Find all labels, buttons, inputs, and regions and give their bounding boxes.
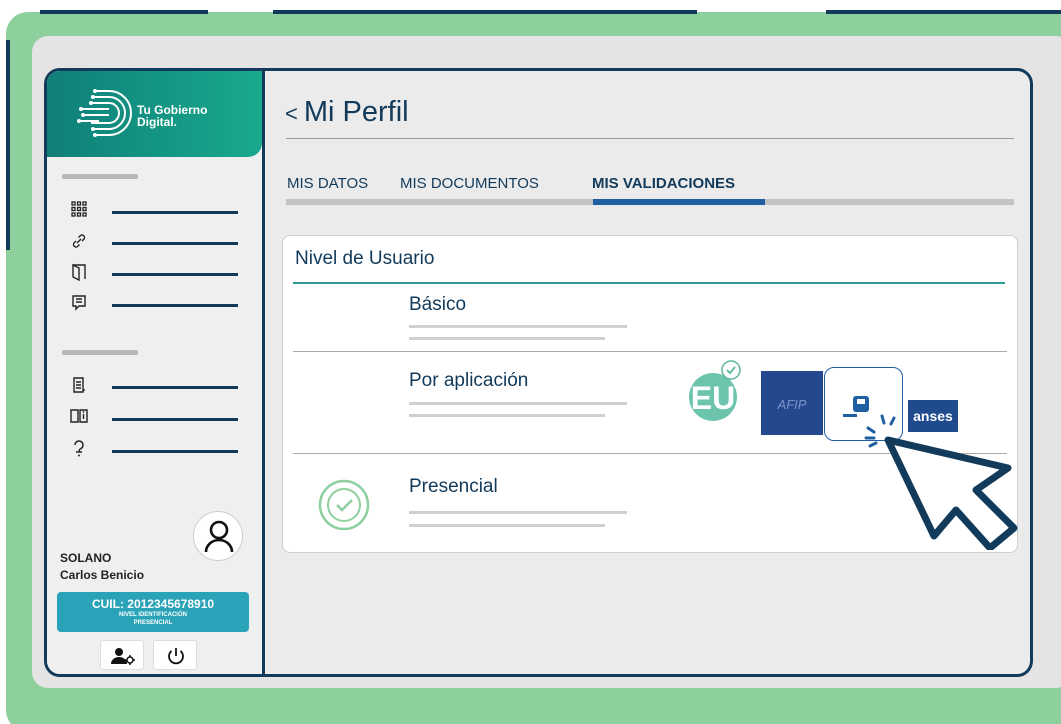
- user-settings-button[interactable]: [100, 640, 144, 670]
- door-icon: [69, 263, 89, 283]
- menu-placeholder-line: [112, 386, 238, 389]
- page-title: < Mi Perfil: [285, 96, 409, 129]
- sidebar-item-procedures[interactable]: [67, 263, 247, 285]
- identification-level-line2: PRESENCIAL: [133, 620, 173, 626]
- menu-placeholder-line: [112, 418, 238, 421]
- afip-logo-icon[interactable]: AFIP: [761, 371, 823, 435]
- book-info-icon: [69, 408, 89, 428]
- sidebar-item-apps[interactable]: [67, 201, 247, 223]
- chat-icon: [69, 294, 89, 314]
- user-surname: SOLANO: [60, 551, 112, 565]
- sidebar-item-documents[interactable]: [67, 376, 247, 398]
- link-icon: [69, 232, 89, 252]
- main-content: < Mi Perfil MIS DATOS MIS DOCUMENTOS MIS …: [268, 71, 1030, 674]
- tab-mis-validaciones[interactable]: MIS VALIDACIONES: [592, 175, 735, 192]
- placeholder-line: [409, 524, 605, 527]
- sidebar-item-links[interactable]: [67, 232, 247, 254]
- section-divider: [62, 350, 138, 355]
- identification-level-line1: NIVEL IDENTIFICACIÓN: [119, 612, 187, 618]
- help-icon: [69, 440, 89, 460]
- svg-text:EU: EU: [691, 380, 735, 416]
- user-name: Carlos Benicio: [60, 568, 145, 582]
- card-title: Nivel de Usuario: [295, 248, 435, 269]
- title-divider: [286, 138, 1014, 139]
- power-icon: [168, 648, 184, 665]
- frame-edge: [40, 10, 208, 14]
- section-divider: [62, 174, 138, 179]
- level-por-aplicacion: Por aplicación: [409, 370, 529, 391]
- brand-name-line2: Digital.: [137, 115, 178, 129]
- page-title-text: Mi Perfil: [303, 96, 409, 128]
- placeholder-line: [409, 337, 605, 340]
- frame-edge: [826, 10, 1061, 14]
- cuil-number: CUIL: 2012345678910: [91, 597, 215, 611]
- level-basico: Básico: [409, 294, 467, 315]
- validated-check-icon: [318, 479, 370, 531]
- menu-placeholder-line: [112, 242, 238, 245]
- brand-header[interactable]: Tu Gobierno Digital.: [47, 71, 262, 157]
- logout-button[interactable]: [153, 640, 197, 670]
- brand-logo-icon: [77, 89, 132, 137]
- mi-argentina-logo-icon[interactable]: EU: [687, 357, 749, 427]
- app-screen: Tu Gobierno Digital. SOLANO Carlos Benic…: [44, 68, 1033, 677]
- placeholder-line: [409, 511, 627, 514]
- menu-placeholder-line: [112, 273, 238, 276]
- menu-placeholder-line: [112, 450, 238, 453]
- tab-mis-datos[interactable]: MIS DATOS: [287, 175, 368, 192]
- cuil-badge: CUIL: 2012345678910 NIVEL IDENTIFICACIÓN…: [57, 592, 249, 632]
- document-icon: [69, 376, 89, 396]
- sidebar: Tu Gobierno Digital. SOLANO Carlos Benic…: [47, 71, 265, 674]
- tab-mis-documentos[interactable]: MIS DOCUMENTOS: [400, 175, 539, 192]
- avatar[interactable]: [193, 511, 243, 561]
- user-icon: [204, 520, 234, 553]
- sidebar-item-messages[interactable]: [67, 294, 247, 316]
- level-presencial: Presencial: [409, 476, 498, 497]
- cursor-pointer-icon: [864, 414, 1018, 550]
- sidebar-item-guide[interactable]: [67, 408, 247, 430]
- placeholder-line: [409, 402, 627, 405]
- menu-placeholder-line: [112, 304, 238, 307]
- user-settings-icon: [111, 648, 135, 665]
- grid-icon: [69, 201, 89, 221]
- placeholder-line: [409, 325, 627, 328]
- menu-placeholder-line: [112, 211, 238, 214]
- row-divider: [293, 351, 1007, 352]
- svg-text:AFIP: AFIP: [777, 397, 807, 412]
- placeholder-line: [409, 414, 605, 417]
- frame-edge: [273, 10, 697, 14]
- card-title-divider: [293, 282, 1005, 284]
- frame-edge: [6, 40, 10, 250]
- illustration-stage: Tu Gobierno Digital. SOLANO Carlos Benic…: [0, 0, 1061, 724]
- brand-name: Tu Gobierno Digital.: [137, 104, 237, 128]
- active-tab-indicator: [593, 199, 765, 205]
- back-button[interactable]: <: [285, 101, 298, 126]
- sidebar-item-help[interactable]: [67, 440, 247, 462]
